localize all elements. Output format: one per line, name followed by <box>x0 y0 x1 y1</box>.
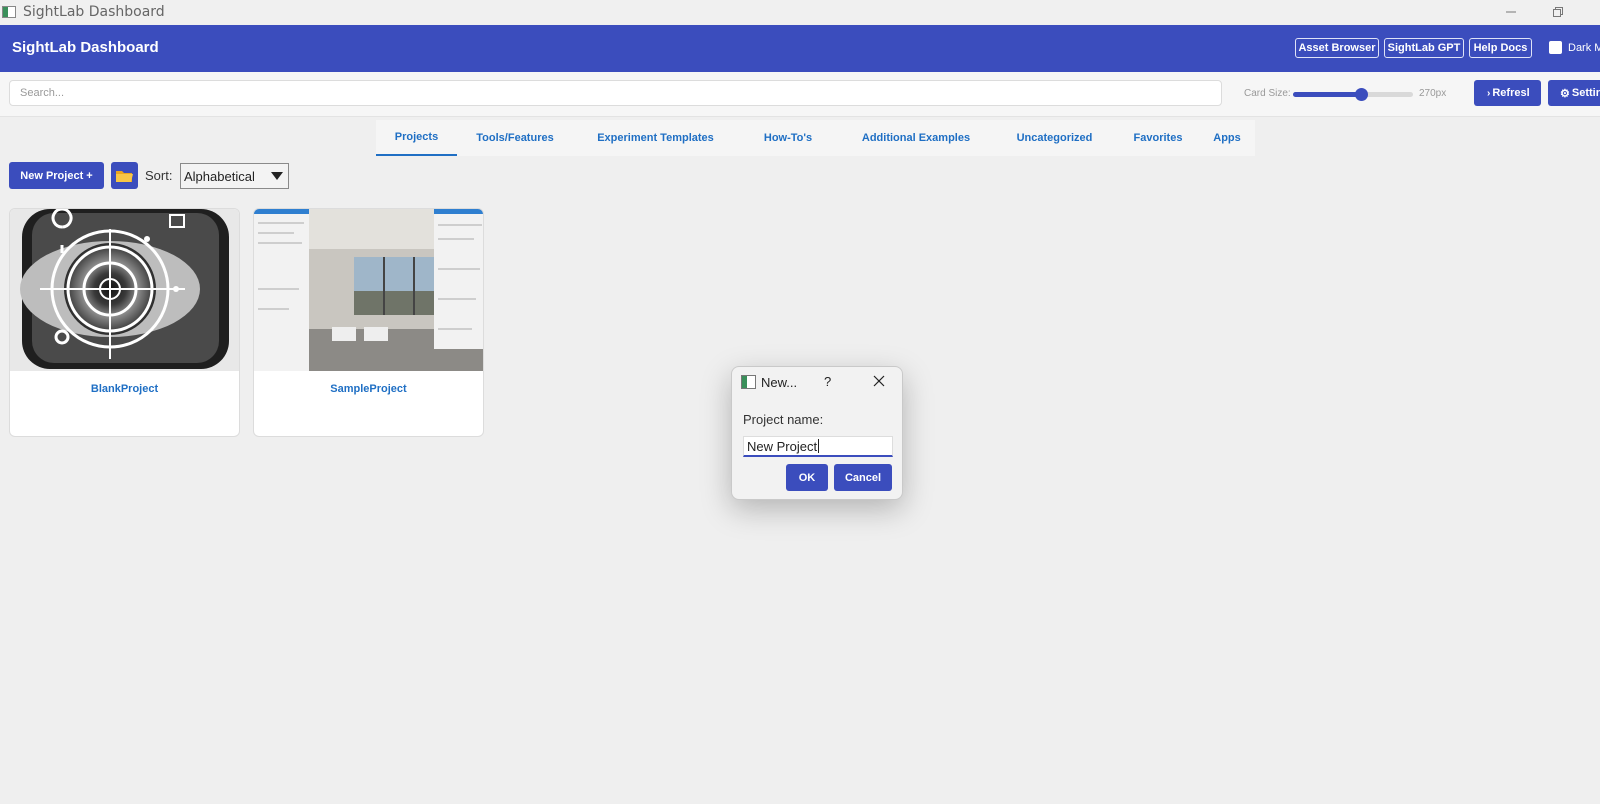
sort-selected-value: Alphabetical <box>184 168 255 184</box>
help-docs-button[interactable]: Help Docs <box>1469 38 1532 58</box>
card-size-value: 270px <box>1419 88 1447 99</box>
project-name-input[interactable]: New Project <box>743 436 893 457</box>
new-project-button[interactable]: New Project + <box>9 162 104 189</box>
dark-mode-label: Dark M <box>1568 41 1600 54</box>
card-title: BlankProject <box>90 383 159 395</box>
window-title: SightLab Dashboard <box>23 4 165 20</box>
project-card-sample[interactable]: SampleProject <box>253 208 484 437</box>
sort-label: Sort: <box>145 168 173 183</box>
close-icon <box>873 375 885 387</box>
refresh-button[interactable]: › Refresl <box>1474 80 1541 106</box>
card-title: SampleProject <box>330 383 407 395</box>
folder-icon <box>116 171 133 182</box>
settings-label: Settir <box>1571 87 1600 99</box>
chevron-down-icon <box>271 172 283 180</box>
tab-how-tos[interactable]: How-To's <box>743 120 833 156</box>
gear-icon: ⚙ <box>1560 87 1570 100</box>
card-size-slider[interactable] <box>1293 88 1413 101</box>
app-icon <box>2 6 16 18</box>
window-titlebar: SightLab Dashboard <box>0 0 1600 24</box>
ok-button[interactable]: OK <box>786 464 828 491</box>
category-tabs: Projects Tools/Features Experiment Templ… <box>376 120 1255 156</box>
card-size-slider-fill <box>1293 92 1362 97</box>
dark-mode-checkbox[interactable] <box>1549 41 1562 54</box>
cancel-button[interactable]: Cancel <box>834 464 892 491</box>
app-title: SightLab Dashboard <box>12 39 159 56</box>
dialog-app-icon <box>741 375 756 389</box>
room-screenshot <box>254 209 483 371</box>
toolbar: Search... Card Size: 270px › Refresl ⚙ S… <box>0 72 1600 117</box>
tab-tools-features[interactable]: Tools/Features <box>462 120 568 156</box>
minimize-icon <box>1506 11 1516 13</box>
asset-browser-button[interactable]: Asset Browser <box>1295 38 1379 58</box>
search-input[interactable]: Search... <box>9 80 1222 106</box>
restore-icon <box>1553 7 1563 17</box>
tab-uncategorized[interactable]: Uncategorized <box>999 120 1110 156</box>
app-header: SightLab Dashboard Asset Browser SightLa… <box>0 25 1600 72</box>
open-folder-button[interactable] <box>111 162 138 189</box>
restore-button[interactable] <box>1535 0 1581 24</box>
help-button[interactable]: ? <box>824 374 831 389</box>
project-card-blank[interactable]: BlankProject <box>9 208 240 437</box>
dark-mode-toggle[interactable]: Dark M <box>1549 41 1600 54</box>
dialog-title: New... <box>761 375 798 390</box>
tab-apps[interactable]: Apps <box>1202 120 1252 156</box>
close-button[interactable] <box>868 370 890 392</box>
minimize-button[interactable] <box>1488 0 1534 24</box>
tab-favorites[interactable]: Favorites <box>1118 120 1198 156</box>
sort-select[interactable]: Alphabetical <box>180 163 289 189</box>
card-size-slider-handle[interactable] <box>1355 88 1369 101</box>
tab-experiment-templates[interactable]: Experiment Templates <box>578 120 733 156</box>
card-size-label: Card Size: <box>1244 88 1291 99</box>
refresh-icon: › <box>1487 87 1491 99</box>
project-name-value: New Project <box>747 438 818 454</box>
tab-additional-examples[interactable]: Additional Examples <box>843 120 989 156</box>
settings-button[interactable]: ⚙ Settir <box>1548 80 1600 106</box>
text-caret <box>818 439 820 453</box>
project-name-label: Project name: <box>743 412 824 427</box>
refresh-label: Refresl <box>1492 87 1530 99</box>
eye-target-icon <box>10 209 239 371</box>
sightlab-gpt-button[interactable]: SightLab GPT <box>1384 38 1464 58</box>
new-project-dialog: New... ? Project name: New Project OK Ca… <box>731 366 903 500</box>
tab-projects[interactable]: Projects <box>376 120 457 156</box>
